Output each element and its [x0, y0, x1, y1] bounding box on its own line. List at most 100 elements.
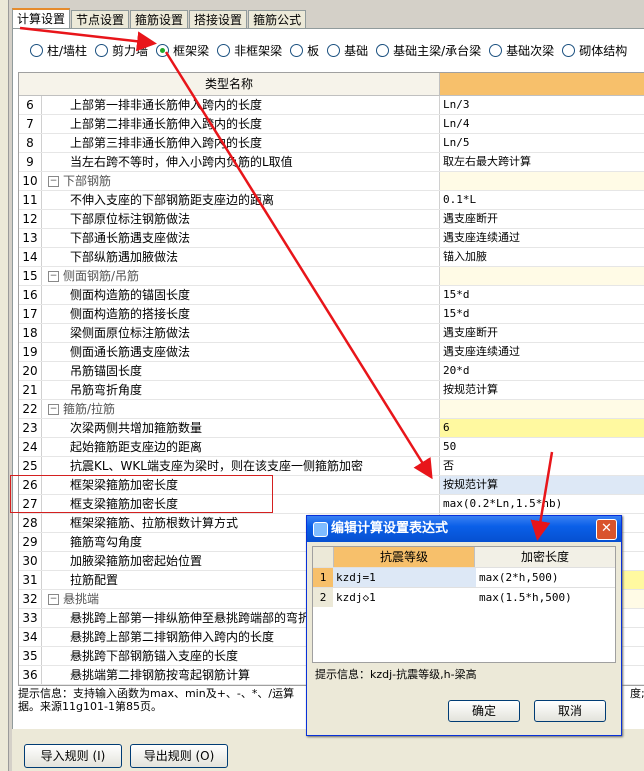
- import-rules-button[interactable]: 导入规则 (I): [24, 744, 122, 768]
- value-cell[interactable]: Ln/3: [440, 96, 644, 114]
- name-text: 抗震KL、WKL端支座为梁时，则在该支座一侧箍筋加密: [70, 459, 363, 473]
- length-cell[interactable]: max(1.5*h,500): [476, 588, 615, 607]
- value-cell[interactable]: 遇支座连续通过: [440, 229, 644, 247]
- value-cell[interactable]: 6: [440, 419, 644, 437]
- value-cell[interactable]: 15*d: [440, 286, 644, 304]
- radio-foundation-secondary-beam[interactable]: 基础次梁: [489, 40, 554, 60]
- radio-nonframe-beam[interactable]: 非框架梁: [217, 40, 282, 60]
- cancel-button[interactable]: 取消: [534, 700, 606, 722]
- column-header-grade[interactable]: 抗震等级: [334, 547, 475, 567]
- value-cell[interactable]: 20*d: [440, 362, 644, 380]
- radio-frame-beam[interactable]: 框架梁: [156, 40, 209, 60]
- table-row[interactable]: 18 梁侧面原位标注筋做法 遇支座断开: [19, 324, 644, 343]
- collapse-icon[interactable]: −: [48, 594, 59, 605]
- row-number: 7: [19, 115, 42, 133]
- value-cell[interactable]: 按规范计算: [440, 476, 644, 494]
- row-number: 12: [19, 210, 42, 228]
- table-row[interactable]: 16 侧面构造筋的锚固长度 15*d: [19, 286, 644, 305]
- group-row[interactable]: 10− 下部钢筋: [19, 172, 644, 191]
- value-cell[interactable]: Ln/5: [440, 134, 644, 152]
- radio-foundation[interactable]: 基础: [327, 40, 368, 60]
- table-row[interactable]: 25 抗震KL、WKL端支座为梁时，则在该支座一侧箍筋加密 否: [19, 457, 644, 476]
- collapse-icon[interactable]: −: [48, 176, 59, 187]
- radio-label: 柱/墙柱: [47, 43, 88, 58]
- value-cell[interactable]: 50: [440, 438, 644, 456]
- close-icon[interactable]: ✕: [596, 519, 617, 540]
- row-number: 10: [19, 172, 42, 190]
- radio-masonry[interactable]: 砌体结构: [562, 40, 627, 60]
- export-rules-button[interactable]: 导出规则 (O): [130, 744, 228, 768]
- tab-node-settings[interactable]: 节点设置: [71, 10, 130, 29]
- name-text: 上部第三排非通长筋伸入跨内的长度: [70, 136, 263, 150]
- name-text: 悬挑跨上部第一排纵筋伸至悬挑跨端部的弯折: [70, 611, 311, 625]
- radio-slab[interactable]: 板: [290, 40, 319, 60]
- left-edge-panel: [0, 0, 9, 771]
- table-row[interactable]: 24 起始箍筋距支座边的距离 50: [19, 438, 644, 457]
- value-cell[interactable]: max(0.2*Ln,1.5*hb): [440, 495, 644, 513]
- radio-column[interactable]: 柱/墙柱: [30, 40, 87, 60]
- value-cell[interactable]: 遇支座断开: [440, 210, 644, 228]
- row-number: 14: [19, 248, 42, 266]
- value-cell[interactable]: 按规范计算: [440, 381, 644, 399]
- row-number: 35: [19, 647, 42, 665]
- collapse-icon[interactable]: −: [48, 404, 59, 415]
- tab-stirrup-settings[interactable]: 箍筋设置: [130, 10, 189, 29]
- name-cell: 下部纵筋遇加腋做法: [42, 248, 440, 266]
- name-text: 下部钢筋: [63, 174, 112, 188]
- name-cell: 上部第三排非通长筋伸入跨内的长度: [42, 134, 440, 152]
- value-cell[interactable]: 取左右最大跨计算: [440, 153, 644, 171]
- table-row[interactable]: 17 侧面构造筋的搭接长度 15*d: [19, 305, 644, 324]
- collapse-icon[interactable]: −: [48, 271, 59, 282]
- table-row[interactable]: 21 吊筋弯折角度 按规范计算: [19, 381, 644, 400]
- row-number: 6: [19, 96, 42, 114]
- name-text: 起始箍筋距支座边的距离: [70, 440, 203, 454]
- length-cell[interactable]: max(2*h,500): [476, 568, 615, 587]
- group-row[interactable]: 22− 箍筋/拉筋: [19, 400, 644, 419]
- group-row[interactable]: 15− 侧面钢筋/吊筋: [19, 267, 644, 286]
- value-cell[interactable]: 否: [440, 457, 644, 475]
- tab-lap-settings[interactable]: 搭接设置: [189, 10, 248, 29]
- row-number: 31: [19, 571, 42, 589]
- value-cell[interactable]: 15*d: [440, 305, 644, 323]
- tab-calc-settings[interactable]: 计算设置: [12, 8, 71, 30]
- tab-stirrup-formula[interactable]: 箍筋公式: [248, 10, 307, 29]
- dialog-hint: 提示信息：kzdj-抗震等级,h-梁高: [315, 668, 477, 681]
- dialog-title-bar[interactable]: 编辑计算设置表达式 ✕: [307, 516, 621, 542]
- table-row[interactable]: 20 吊筋锚固长度 20*d: [19, 362, 644, 381]
- radio-label: 剪力墙: [112, 43, 149, 58]
- table-row[interactable]: 1 kzdj=1 max(2*h,500): [313, 567, 615, 587]
- value-cell: [440, 172, 644, 190]
- value-cell[interactable]: 遇支座断开: [440, 324, 644, 342]
- table-row[interactable]: 9 当左右跨不等时，伸入小跨内负筋的L取值 取左右最大跨计算: [19, 153, 644, 172]
- name-text: 框架梁箍筋、拉筋根数计算方式: [70, 516, 239, 530]
- value-cell[interactable]: 0.1*L: [440, 191, 644, 209]
- name-text: 悬挑跨下部钢筋锚入支座的长度: [70, 649, 239, 663]
- name-cell: 当左右跨不等时，伸入小跨内负筋的L取值: [42, 153, 440, 171]
- name-cell: 上部第二排非通长筋伸入跨内的长度: [42, 115, 440, 133]
- table-row[interactable]: 2 kzdj◇1 max(1.5*h,500): [313, 587, 615, 607]
- radio-label: 非框架梁: [234, 43, 283, 58]
- value-cell[interactable]: Ln/4: [440, 115, 644, 133]
- column-header-name[interactable]: 类型名称: [19, 73, 440, 96]
- radio-label: 基础次梁: [506, 43, 555, 58]
- row-number: 11: [19, 191, 42, 209]
- table-row[interactable]: 12 下部原位标注钢筋做法 遇支座断开: [19, 210, 644, 229]
- grade-cell[interactable]: kzdj=1: [333, 568, 476, 587]
- value-cell[interactable]: 遇支座连续通过: [440, 343, 644, 361]
- radio-label: 砌体结构: [579, 43, 628, 58]
- table-row[interactable]: 11 不伸入支座的下部钢筋距支座边的距离 0.1*L: [19, 191, 644, 210]
- radio-shear-wall[interactable]: 剪力墙: [95, 40, 148, 60]
- table-row[interactable]: 13 下部通长筋遇支座做法 遇支座连续通过: [19, 229, 644, 248]
- table-row[interactable]: 8 上部第三排非通长筋伸入跨内的长度 Ln/5: [19, 134, 644, 153]
- table-row[interactable]: 23 次梁两侧共增加箍筋数量 6: [19, 419, 644, 438]
- grade-cell[interactable]: kzdj◇1: [333, 588, 476, 607]
- table-row[interactable]: 19 侧面通长筋遇支座做法 遇支座连续通过: [19, 343, 644, 362]
- ok-button[interactable]: 确定: [448, 700, 520, 722]
- column-header-value[interactable]: [440, 73, 644, 96]
- table-row[interactable]: 6 上部第一排非通长筋伸入跨内的长度 Ln/3: [19, 96, 644, 115]
- radio-foundation-main-beam[interactable]: 基础主梁/承台梁: [376, 40, 481, 60]
- table-row[interactable]: 7 上部第二排非通长筋伸入跨内的长度 Ln/4: [19, 115, 644, 134]
- column-header-length[interactable]: 加密长度: [475, 547, 615, 567]
- value-cell[interactable]: 锚入加腋: [440, 248, 644, 266]
- table-row[interactable]: 14 下部纵筋遇加腋做法 锚入加腋: [19, 248, 644, 267]
